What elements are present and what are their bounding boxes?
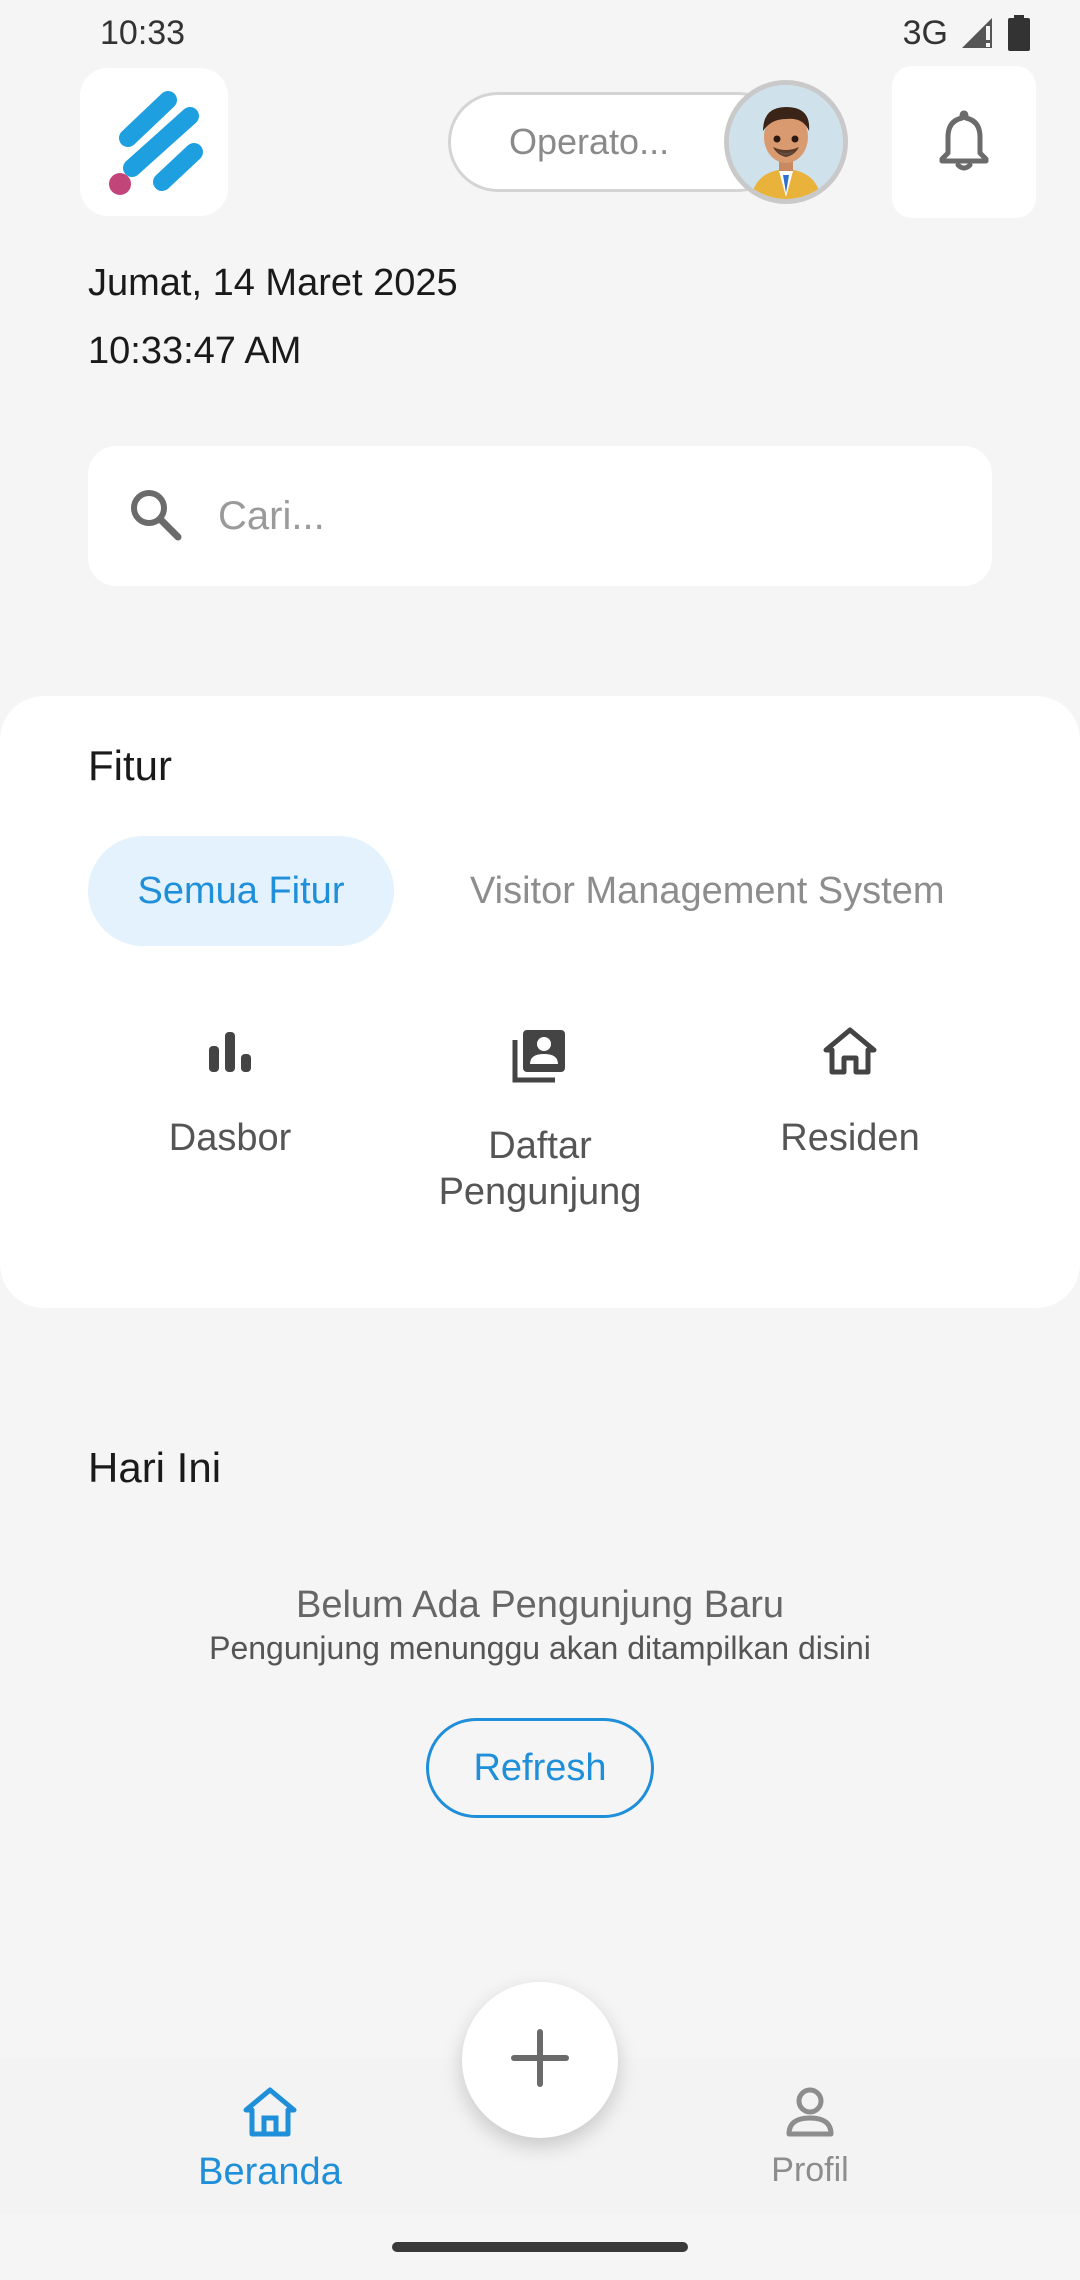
feature-residents[interactable]: Residen (700, 1026, 1000, 1161)
nav-label: Beranda (198, 2151, 342, 2193)
add-button[interactable] (462, 1982, 618, 2138)
empty-state-subtitle: Pengunjung menunggu akan ditampilkan dis… (209, 1630, 871, 1666)
signal-icon (960, 16, 996, 50)
app-header: Operato... (0, 66, 1080, 221)
feature-label: Dasbor (168, 1117, 292, 1159)
status-icons: 3G (903, 14, 1030, 53)
visitor-list-icon (511, 1026, 569, 1089)
nav-label: Profil (771, 2151, 849, 2189)
feature-label: Residen (780, 1117, 920, 1159)
search-icon (128, 487, 182, 546)
today-title: Hari Ini (88, 1444, 222, 1491)
search-bar[interactable] (88, 446, 992, 586)
role-label: Operato... (509, 121, 670, 162)
current-date: Jumat, 14 Maret 2025 (88, 262, 458, 304)
status-time: 10:33 (100, 13, 186, 52)
tab-label: Semua Fitur (137, 869, 345, 912)
feature-label: Daftar Pengunjung (438, 1125, 642, 1213)
app-logo (80, 68, 228, 216)
empty-state-title: Belum Ada Pengunjung Baru (295, 1584, 785, 1626)
battery-icon (1008, 15, 1030, 51)
notification-button[interactable] (892, 66, 1036, 218)
plus-icon (510, 2028, 570, 2093)
current-time: 10:33:47 AM (88, 330, 302, 372)
tab-all-features[interactable]: Semua Fitur (88, 836, 394, 946)
features-card: Fitur Semua Fitur Visitor Management Sys… (0, 696, 1080, 1308)
feature-visitor-list[interactable]: Daftar Pengunjung (390, 1026, 690, 1215)
bell-icon (936, 109, 992, 176)
home-icon (242, 2086, 298, 2143)
tab-visitor-management[interactable]: Visitor Management System (470, 836, 945, 946)
status-bar: 10:33 3G (0, 0, 1080, 66)
features-title: Fitur (88, 742, 172, 789)
nav-profile[interactable]: Profil (680, 2086, 940, 2190)
home-icon (822, 1026, 878, 1081)
bar-chart-icon (205, 1026, 255, 1081)
search-input[interactable] (218, 493, 918, 539)
person-icon (784, 2086, 836, 2143)
avatar[interactable] (724, 80, 848, 204)
network-type: 3G (902, 13, 948, 52)
feature-dashboard[interactable]: Dasbor (80, 1026, 380, 1161)
tab-label: Visitor Management System (470, 869, 945, 912)
refresh-button[interactable]: Refresh (426, 1718, 654, 1818)
nav-home[interactable]: Beranda (140, 2086, 400, 2194)
home-indicator[interactable] (392, 2242, 688, 2252)
